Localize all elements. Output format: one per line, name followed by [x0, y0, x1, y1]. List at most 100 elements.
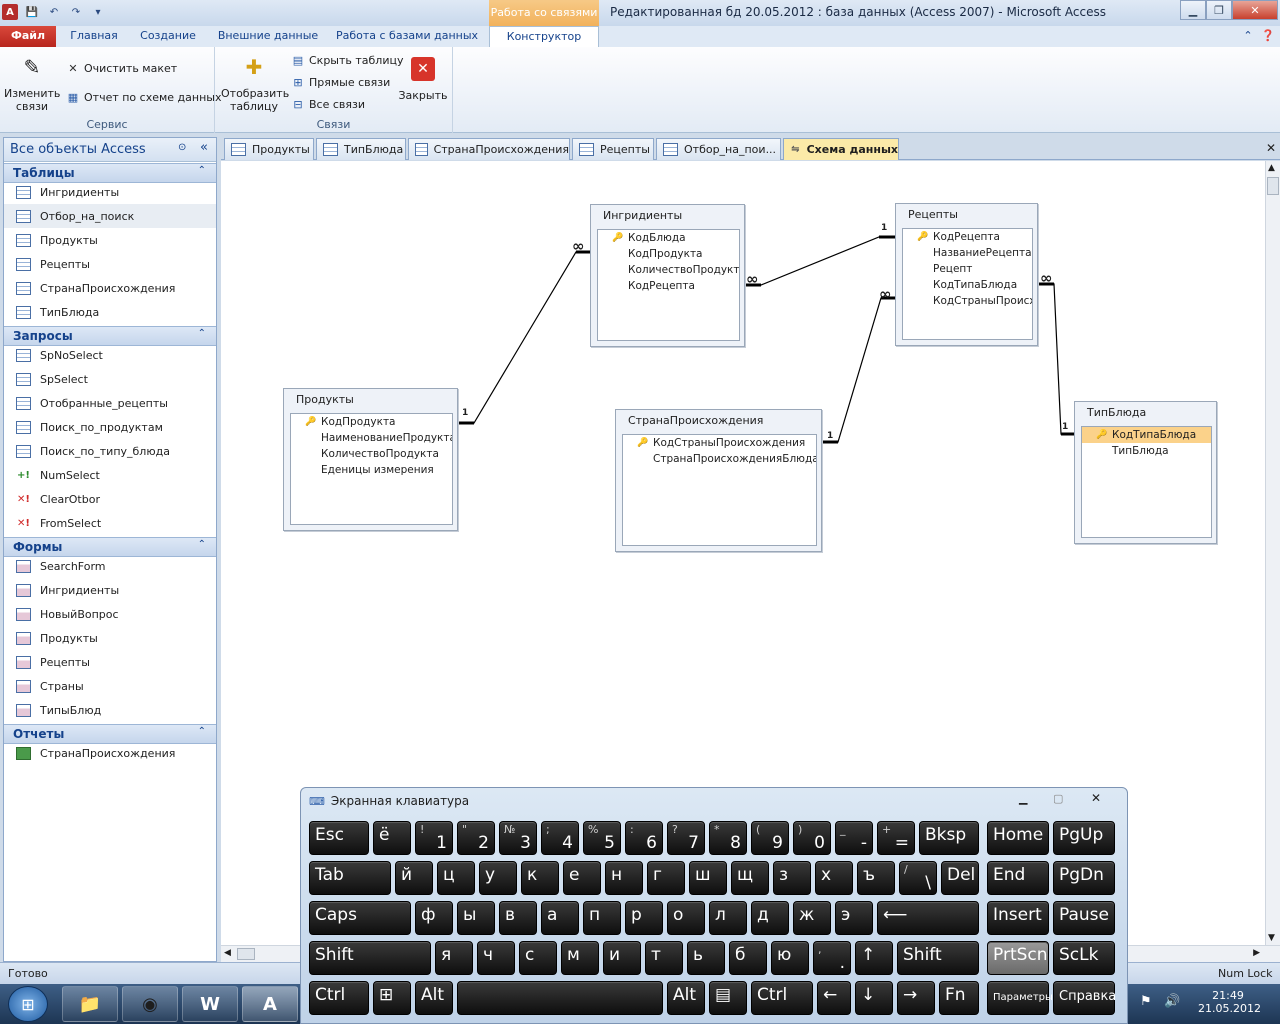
field-item[interactable]: КоличествоПродукта: [291, 446, 452, 462]
nav-query-item[interactable]: SpNoSelect: [4, 343, 216, 367]
key-period[interactable]: ,.: [813, 941, 851, 975]
nav-table-item[interactable]: ТипБлюда: [4, 300, 216, 324]
hide-table-button[interactable]: ▤ Скрыть таблицу: [291, 53, 404, 67]
nav-query-item[interactable]: SpSelect: [4, 367, 216, 391]
key-letter[interactable]: у: [479, 861, 517, 895]
key-letter[interactable]: ж: [793, 901, 831, 935]
close-window-button[interactable]: ✕: [1232, 0, 1278, 20]
tab-design[interactable]: Конструктор: [489, 26, 599, 48]
osk-options-button[interactable]: Параметры: [987, 981, 1053, 1015]
key-pgup[interactable]: PgUp: [1053, 821, 1115, 855]
nav-form-item[interactable]: Ингридиенты: [4, 578, 216, 602]
field-item[interactable]: КоличествоПродукта: [598, 262, 739, 278]
close-relationships-button[interactable]: ✕ Закрыть: [395, 51, 451, 102]
tab-file[interactable]: Файл: [0, 26, 56, 48]
nav-form-item[interactable]: Страны: [4, 674, 216, 698]
table-box-products[interactable]: Продукты КодПродукта НаименованиеПродукт…: [283, 388, 458, 531]
start-button[interactable]: ⊞: [8, 986, 48, 1022]
field-item[interactable]: ТипБлюда: [1082, 443, 1211, 459]
nav-form-item[interactable]: НовыйВопрос: [4, 602, 216, 626]
key-letter[interactable]: м: [561, 941, 599, 975]
key-0[interactable]: ) 0: [793, 821, 831, 855]
key-letter[interactable]: т: [645, 941, 683, 975]
doc-tab-search-selection[interactable]: Отбор_на_пои...: [656, 138, 781, 160]
key-backslash[interactable]: / \: [899, 861, 937, 895]
field-item-selected[interactable]: КодТипаБлюда: [1082, 427, 1211, 443]
key-fn[interactable]: Fn: [939, 981, 979, 1015]
osk-help-button[interactable]: Справка: [1053, 981, 1116, 1015]
key-pause[interactable]: Pause: [1053, 901, 1115, 935]
relationship-report-button[interactable]: ▦ Отчет по схеме данных: [66, 90, 222, 104]
collapse-ribbon-icon[interactable]: ⌃: [1240, 26, 1256, 48]
nav-form-item[interactable]: ТипыБлюд: [4, 698, 216, 722]
key-letter[interactable]: н: [605, 861, 643, 895]
nav-query-item[interactable]: ✕! ClearOtbor: [4, 487, 216, 511]
key-letter[interactable]: щ: [731, 861, 769, 895]
key-letter[interactable]: л: [709, 901, 747, 935]
key-letter[interactable]: г: [647, 861, 685, 895]
access-taskbar-icon[interactable]: A: [242, 986, 298, 1022]
key-letter[interactable]: ш: [689, 861, 727, 895]
key-prtscn[interactable]: PrtScn: [987, 941, 1049, 975]
key-9[interactable]: (9: [751, 821, 789, 855]
chevron-down-icon[interactable]: ⊙: [178, 142, 186, 153]
table-box-country[interactable]: СтранаПроисхождения КодСтраныПроисхожден…: [615, 409, 822, 552]
volume-icon[interactable]: 🔊: [1164, 994, 1180, 1009]
key-letter[interactable]: я: [435, 941, 473, 975]
key-minus[interactable]: _ -: [835, 821, 873, 855]
key-8[interactable]: * 8: [709, 821, 747, 855]
nav-query-item[interactable]: Поиск_по_типу_блюда: [4, 439, 216, 463]
key-windows[interactable]: ⊞: [373, 981, 411, 1015]
save-icon[interactable]: 💾: [24, 4, 40, 20]
nav-form-item[interactable]: SearchForm: [4, 554, 216, 578]
doc-tab-relationships[interactable]: ⇋ Схема данных: [783, 138, 899, 160]
key-esc[interactable]: Esc: [309, 821, 369, 855]
scroll-up-icon[interactable]: ▲: [1268, 163, 1275, 173]
doc-tab-products[interactable]: Продукты: [224, 138, 314, 160]
nav-table-item[interactable]: Продукты: [4, 228, 216, 252]
doc-tab-dish-type[interactable]: ТипБлюда: [316, 138, 406, 160]
key-menu[interactable]: ▤: [709, 981, 747, 1015]
show-table-button[interactable]: ✚ Отобразить таблицу: [221, 51, 289, 114]
field-item[interactable]: Еденицы измерения: [291, 462, 452, 478]
key-alt-left[interactable]: Alt: [415, 981, 453, 1015]
osk-minimize-button[interactable]: ▁: [1019, 792, 1027, 805]
key-letter[interactable]: а: [541, 901, 579, 935]
clear-layout-button[interactable]: ✕ Очистить макет: [66, 61, 177, 75]
key-caps[interactable]: Caps: [309, 901, 411, 935]
field-item[interactable]: НаименованиеПродукта: [291, 430, 452, 446]
key-letter[interactable]: ф: [415, 901, 453, 935]
nav-table-item[interactable]: Рецепты: [4, 252, 216, 276]
scroll-right-icon[interactable]: ▶: [1253, 948, 1260, 958]
scroll-thumb[interactable]: [1267, 177, 1279, 195]
field-item[interactable]: КодПродукта: [598, 246, 739, 262]
tab-external-data[interactable]: Внешние данные: [212, 26, 324, 48]
key-del[interactable]: Del: [941, 861, 979, 895]
key-letter[interactable]: п: [583, 901, 621, 935]
nav-query-item[interactable]: ✕! FromSelect: [4, 511, 216, 535]
key-ctrl-left[interactable]: Ctrl: [309, 981, 369, 1015]
customize-qat-icon[interactable]: ▾: [90, 4, 106, 20]
tab-home[interactable]: Главная: [64, 26, 124, 48]
key-letter[interactable]: и: [603, 941, 641, 975]
network-icon[interactable]: ⚑: [1140, 994, 1152, 1009]
key-pgdn[interactable]: PgDn: [1053, 861, 1115, 895]
key-arrow-down[interactable]: ↓: [855, 981, 893, 1015]
nav-query-item[interactable]: Отобранные_рецепты: [4, 391, 216, 415]
key-end[interactable]: End: [987, 861, 1049, 895]
scroll-thumb[interactable]: [237, 948, 255, 960]
key-home[interactable]: Home: [987, 821, 1049, 855]
vertical-scrollbar[interactable]: ▲ ▼: [1265, 161, 1280, 945]
key-tab[interactable]: Tab: [309, 861, 391, 895]
key-1[interactable]: ! 1: [415, 821, 453, 855]
key-2[interactable]: " 2: [457, 821, 495, 855]
clock[interactable]: 21:49 21.05.2012: [1198, 989, 1261, 1015]
key-insert[interactable]: Insert: [987, 901, 1049, 935]
table-box-dish-type[interactable]: ТипБлюда КодТипаБлюда ТипБлюда: [1074, 401, 1217, 544]
key-7[interactable]: ? 7: [667, 821, 705, 855]
key-shift-left[interactable]: Shift: [309, 941, 431, 975]
tab-create[interactable]: Создание: [134, 26, 202, 48]
close-doc-icon[interactable]: ✕: [1266, 141, 1276, 155]
key-equals[interactable]: + =: [877, 821, 915, 855]
tab-database-tools[interactable]: Работа с базами данных: [332, 26, 482, 48]
